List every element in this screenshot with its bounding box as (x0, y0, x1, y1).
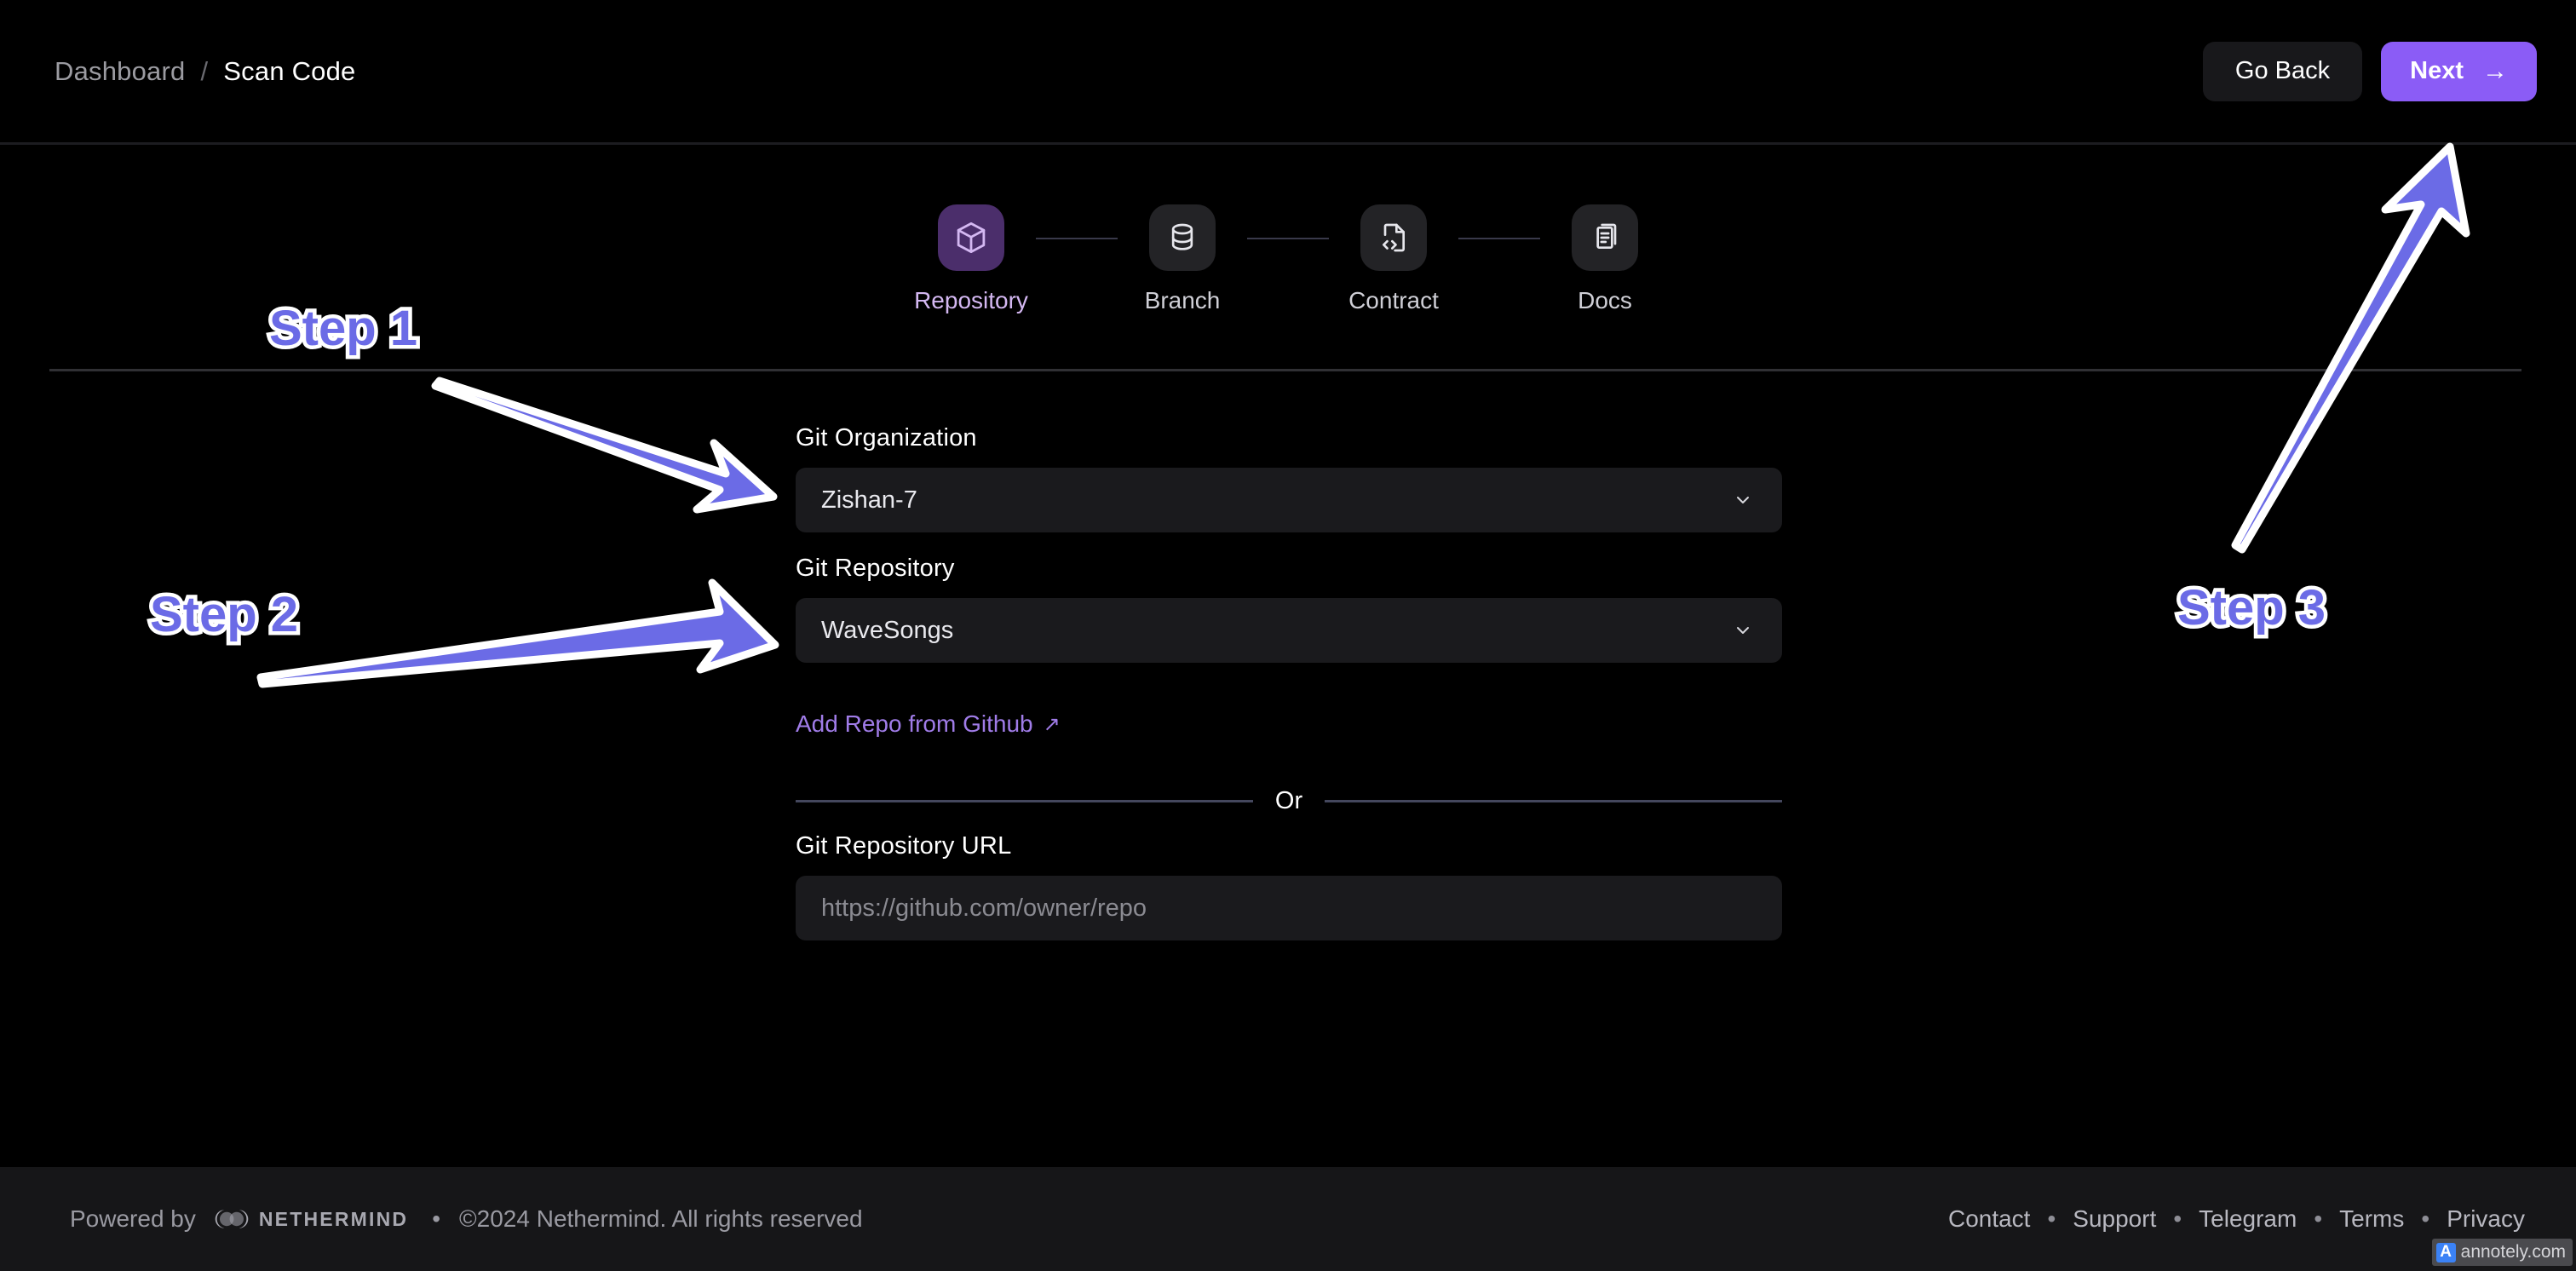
breadcrumb-item-scan-code: Scan Code (223, 55, 356, 86)
stepper-step-branch[interactable]: Branch (1118, 204, 1247, 314)
footer-separator: • (432, 1205, 441, 1232)
footer-link-contact[interactable]: Contact (1948, 1205, 2031, 1233)
git-repository-url-label: Git Repository URL (796, 832, 1012, 860)
arrow-right-icon: → (2482, 56, 2508, 85)
git-repository-url-input[interactable] (796, 876, 1782, 940)
next-button[interactable]: Next → (2381, 41, 2537, 101)
stepper-step-docs[interactable]: Docs (1540, 204, 1670, 314)
external-link-icon: ↗ (1043, 712, 1061, 736)
nethermind-logo: NETHERMIND (213, 1206, 408, 1232)
git-organization-value: Zishan-7 (821, 486, 917, 514)
footer-link-terms[interactable]: Terms (2339, 1205, 2404, 1233)
powered-by-label: Powered by (70, 1205, 196, 1232)
footer-link-separator: • (2314, 1205, 2323, 1232)
database-icon (1149, 204, 1216, 271)
annotation-arrow-1 (431, 377, 778, 514)
file-code-icon (1360, 204, 1427, 271)
section-divider (49, 369, 2521, 371)
footer-link-separator: • (2421, 1205, 2430, 1232)
git-organization-group: Git Organization Zishan-7 (796, 424, 1782, 532)
cube-icon (938, 204, 1004, 271)
stepper-label-docs: Docs (1578, 287, 1632, 313)
chevron-down-icon (1733, 620, 1753, 641)
add-repo-label: Add Repo from Github (796, 710, 1033, 737)
copyright-text: ©2024 Nethermind. All rights reserved (459, 1205, 863, 1232)
stepper-step-repository[interactable]: Repository (906, 204, 1036, 314)
breadcrumb-item-dashboard[interactable]: Dashboard (55, 56, 185, 87)
or-divider: Or (796, 787, 1782, 815)
stepper-connector-2 (1247, 238, 1329, 239)
stepper-label-repository: Repository (914, 287, 1028, 313)
annotation-label-step-2: Step 2 (146, 584, 302, 647)
chevron-down-icon (1733, 490, 1753, 510)
breadcrumb-separator: / (200, 55, 209, 86)
stepper-connector-3 (1458, 238, 1540, 239)
annotation-arrow-2 (256, 578, 779, 688)
git-repository-url-group: Git Repository URL (796, 832, 1782, 940)
git-repository-select[interactable]: WaveSongs (796, 598, 1782, 663)
annotely-badge-icon: A (2435, 1242, 2456, 1262)
breadcrumb: Dashboard / Scan Code (55, 56, 355, 87)
header-actions: Go Back Next → (2202, 41, 2537, 101)
footer-link-telegram[interactable]: Telegram (2199, 1205, 2297, 1233)
or-rule-left (796, 800, 1253, 802)
git-repository-group: Git Repository WaveSongs (796, 555, 1782, 663)
footer-branding: Powered by NETHERMIND • ©2024 Nethermind… (70, 1205, 863, 1233)
app-footer: Powered by NETHERMIND • ©2024 Nethermind… (0, 1167, 2576, 1271)
stepper-label-branch: Branch (1144, 287, 1221, 313)
footer-links: Contact • Support • Telegram • Terms • P… (1948, 1205, 2525, 1233)
annotation-label-step-3: Step 3 (2173, 577, 2329, 640)
git-repository-value: WaveSongs (821, 616, 954, 644)
progress-stepper: Repository Branch Contract Docs (0, 204, 2576, 314)
documents-icon (1572, 204, 1638, 271)
git-organization-label: Git Organization (796, 424, 977, 451)
git-organization-select[interactable]: Zishan-7 (796, 468, 1782, 532)
footer-link-separator: • (2047, 1205, 2056, 1232)
footer-link-privacy[interactable]: Privacy (2447, 1205, 2525, 1233)
nethermind-wordmark: NETHERMIND (258, 1207, 409, 1230)
stepper-connector-1 (1036, 238, 1118, 239)
add-repo-from-github-link[interactable]: Add Repo from Github ↗ (796, 710, 1061, 738)
or-label: Or (1274, 787, 1303, 814)
footer-link-support[interactable]: Support (2073, 1205, 2156, 1233)
next-button-label: Next (2410, 57, 2464, 84)
go-back-button[interactable]: Go Back (2202, 41, 2363, 101)
annotely-watermark: A annotely.com (2431, 1239, 2573, 1266)
footer-link-separator: • (2173, 1205, 2182, 1232)
annotation-label-step-1: Step 1 (265, 297, 421, 360)
repository-form: Git Organization Zishan-7 Git Repository… (796, 424, 1782, 940)
annotely-label: annotely.com (2460, 1242, 2566, 1262)
stepper-label-contract: Contract (1348, 287, 1439, 313)
or-rule-right (1325, 800, 1782, 802)
git-repository-label: Git Repository (796, 555, 955, 582)
app-header: Dashboard / Scan Code Go Back Next → (0, 0, 2576, 145)
stepper-step-contract[interactable]: Contract (1329, 204, 1458, 314)
